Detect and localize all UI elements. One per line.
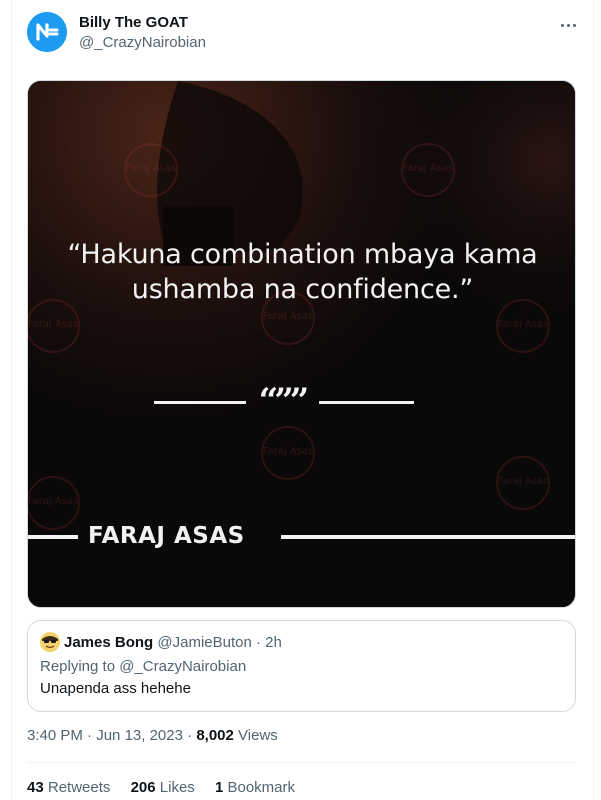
replying-to: Replying to @_CrazyNairobian [40, 657, 246, 677]
replying-handle-link[interactable]: @_CrazyNairobian [119, 658, 246, 675]
author-line-left [28, 535, 78, 539]
bookmarks-count: 1 [214, 779, 224, 796]
brand-logo-icon [27, 12, 67, 52]
author-avatar[interactable] [27, 12, 67, 52]
bookmarks-stat[interactable]: 1 Bookmark [215, 778, 295, 798]
tweet-time[interactable]: 3:40 PM [27, 727, 83, 744]
quoted-author-handle[interactable]: @JamieButon [157, 634, 251, 651]
tweet-media-image[interactable]: Faraj Asas Faraj Asas Faraj Asas Faraj A… [27, 80, 576, 608]
views-count: 8,002 [196, 727, 234, 744]
watermark: Faraj Asas [488, 299, 558, 355]
quote-mark-icon: “”” [258, 381, 310, 421]
media-quote-text: “Hakuna combination mbaya kama ushamba n… [67, 239, 538, 305]
separator: · [187, 727, 193, 744]
quoted-tweet-text: Unapenda ass hehehe [40, 680, 191, 697]
retweets-count: 43 [27, 779, 44, 796]
emoji-avatar-icon[interactable] [40, 632, 60, 652]
watermark: Faraj Asas [116, 143, 186, 199]
author-line-right [281, 535, 575, 539]
likes-stat[interactable]: 206 Likes [131, 778, 195, 798]
column-border-right [593, 0, 594, 800]
tweet-meta: 3:40 PM · Jun 13, 2023 · 8,002 Views [27, 726, 278, 746]
engagement-stats: 43 Retweets 206 Likes 1 Bookmark [27, 778, 311, 798]
more-options-icon[interactable] [559, 18, 579, 34]
tweet-header: Billy The GOAT @_CrazyNairobian [27, 12, 583, 56]
retweets-stat[interactable]: 43 Retweets [27, 778, 110, 798]
likes-count: 206 [130, 779, 156, 796]
quoted-tweet-header: James Bong @JamieButon · 2h [64, 633, 282, 653]
bookmarks-label: Bookmark [227, 779, 296, 796]
quoted-author-name[interactable]: James Bong [64, 634, 153, 651]
retweets-label: Retweets [47, 779, 111, 796]
separator: · [256, 634, 261, 651]
column-border-left [11, 0, 12, 800]
views-label: Views [238, 727, 278, 744]
watermark: Faraj Asas [488, 456, 558, 512]
quote-divider: “”” [154, 381, 414, 421]
divider-line-left [154, 401, 246, 404]
author-handle[interactable]: @_CrazyNairobian [79, 33, 206, 53]
divider-line-right [319, 401, 414, 404]
replying-prefix: Replying to [40, 658, 116, 675]
likes-label: Likes [159, 779, 195, 796]
quoted-tweet-time[interactable]: 2h [265, 634, 282, 651]
separator: · [87, 727, 93, 744]
quoted-tweet-card[interactable]: James Bong @JamieButon · 2h Replying to … [27, 620, 576, 712]
author-display-name[interactable]: Billy The GOAT [79, 13, 206, 32]
tweet-date[interactable]: Jun 13, 2023 [96, 727, 183, 744]
watermark: Faraj Asas [393, 143, 463, 199]
divider [27, 762, 576, 763]
quote-author-name: FARAJ ASAS [88, 523, 245, 549]
watermark: Faraj Asas [28, 476, 88, 532]
watermark: Faraj Asas [28, 299, 88, 355]
watermark: Faraj Asas [253, 426, 323, 482]
